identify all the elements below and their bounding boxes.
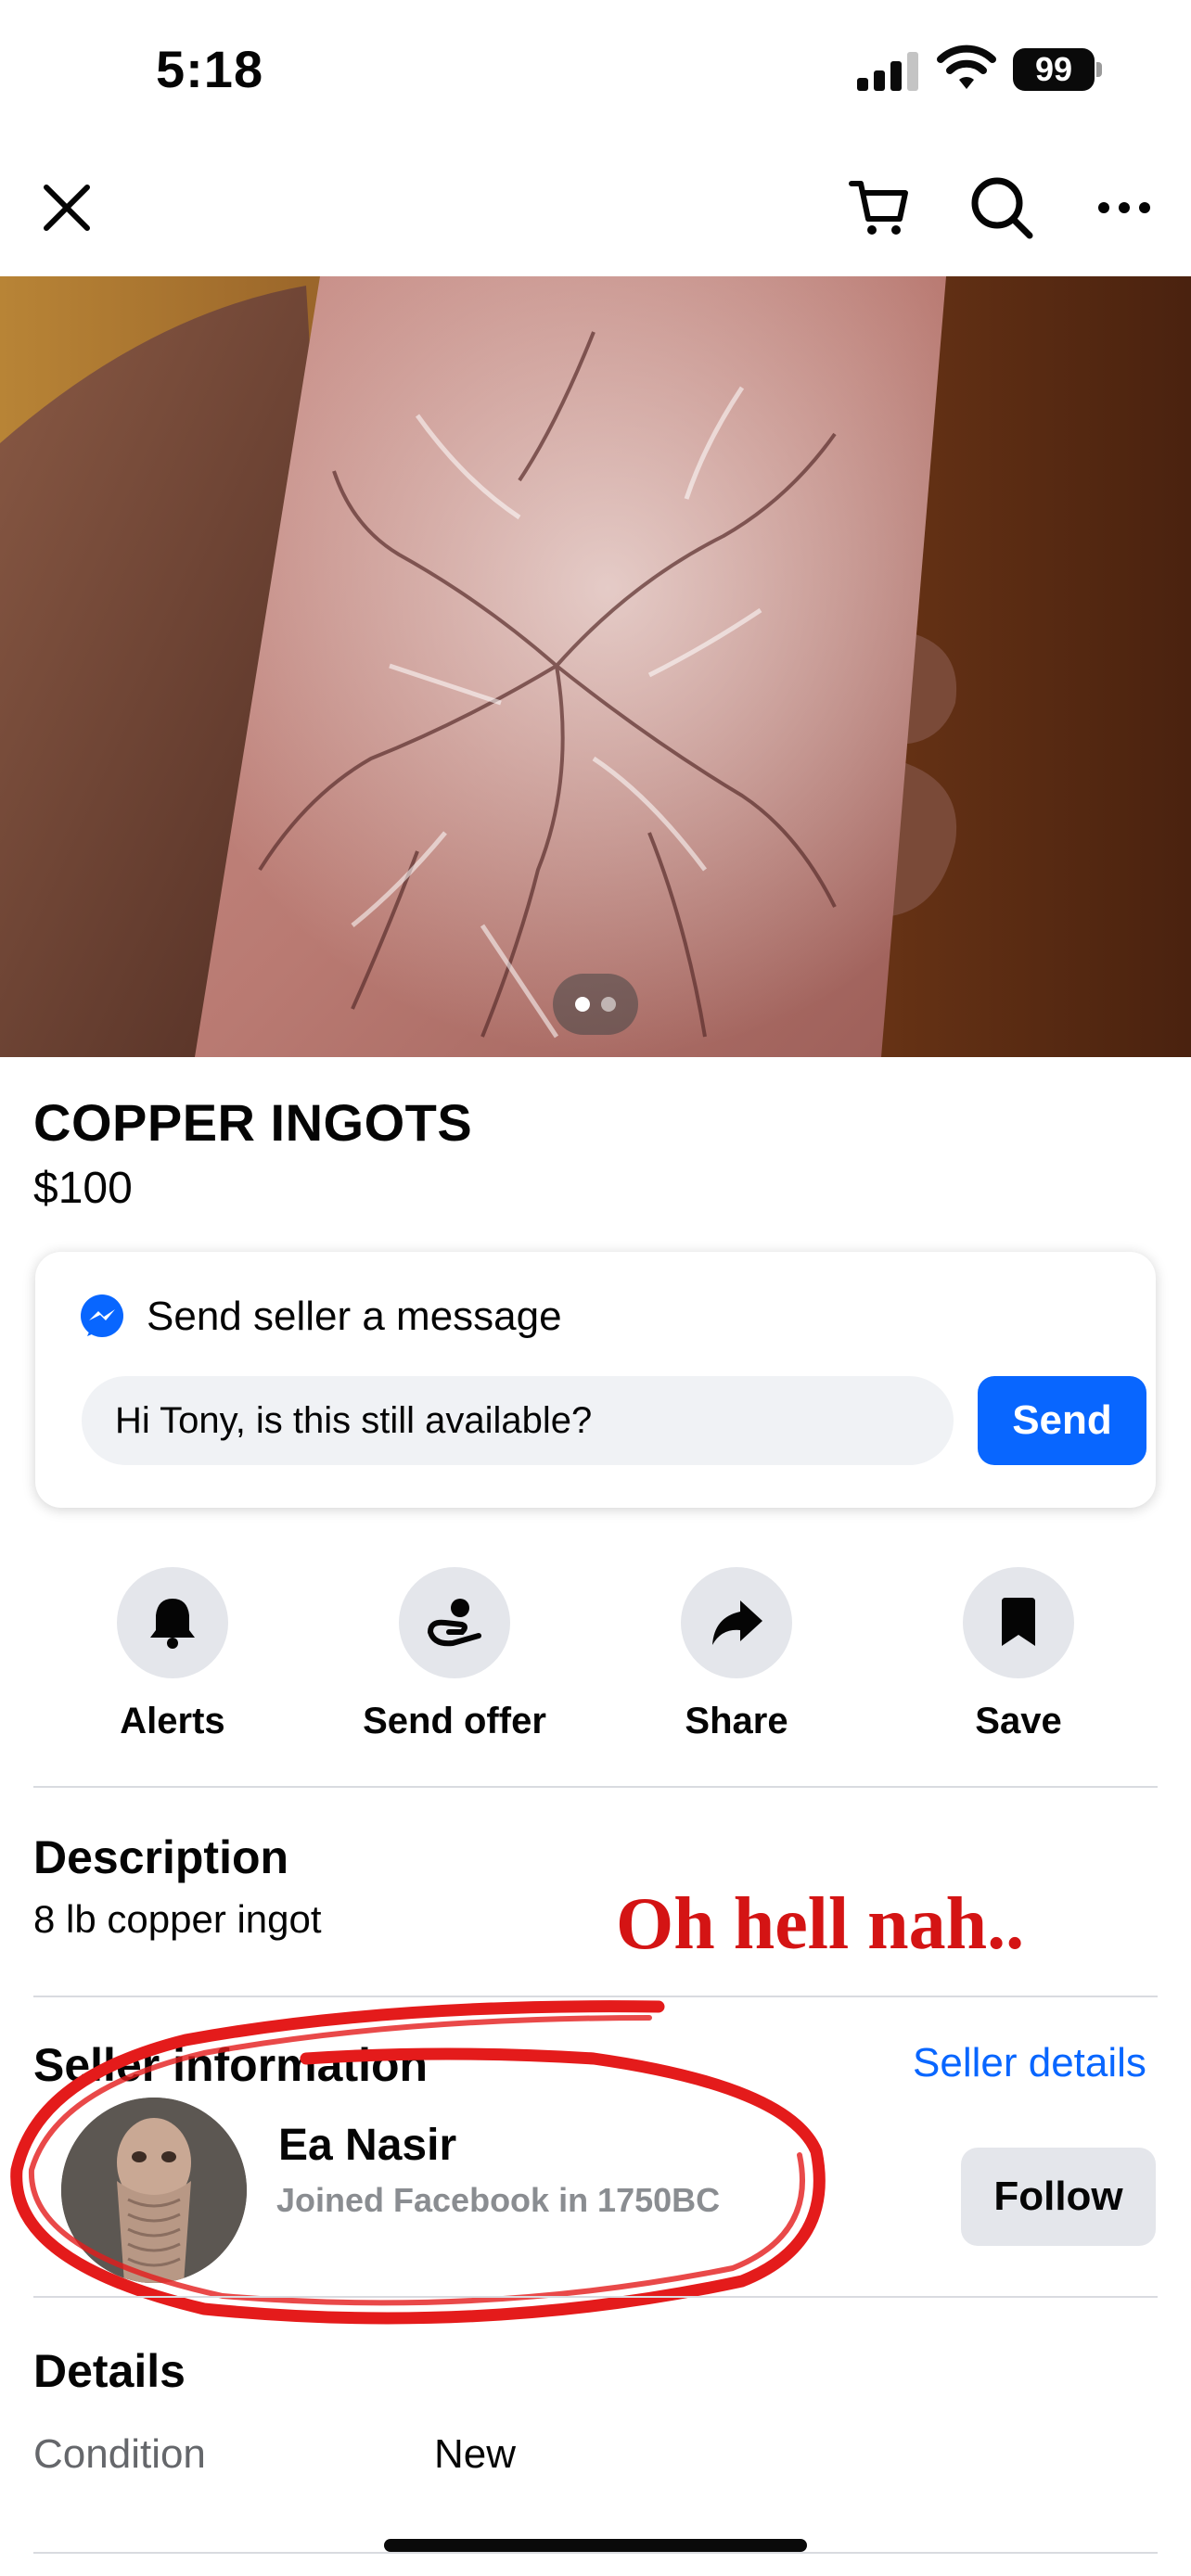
top-nav: [0, 139, 1191, 276]
save-label: Save: [975, 1701, 1062, 1741]
divider: [33, 1996, 1158, 1997]
search-button[interactable]: [965, 171, 1039, 245]
battery-level: 99: [1013, 48, 1095, 91]
photo-pagination: [553, 974, 638, 1035]
share-arrow-icon: [712, 1600, 762, 1645]
seller-joined-date: Joined Facebook in 1750BC: [276, 2181, 721, 2219]
divider: [33, 2296, 1158, 2298]
listing-price: $100: [33, 1164, 133, 1213]
listing-photo[interactable]: [0, 276, 1191, 1057]
listing-title: COPPER INGOTS: [33, 1093, 473, 1152]
message-heading: Send seller a message: [147, 1294, 562, 1339]
bell-icon: [150, 1599, 195, 1649]
close-icon: [44, 185, 90, 231]
details-heading: Details: [33, 2345, 186, 2397]
share-label: Share: [685, 1701, 788, 1741]
save-button[interactable]: Save: [898, 1567, 1139, 1742]
send-offer-button[interactable]: Send offer: [334, 1567, 575, 1742]
more-options-button[interactable]: [1087, 171, 1161, 245]
home-indicator[interactable]: [384, 2539, 807, 2552]
cellular-signal-icon: [857, 52, 918, 91]
send-message-card: Send seller a message Send: [35, 1252, 1156, 1508]
pagination-dot: [601, 997, 616, 1012]
pagination-dot-active: [575, 997, 590, 1012]
divider: [33, 1786, 1158, 1788]
messenger-icon: [81, 1294, 123, 1337]
divider: [33, 2552, 1158, 2554]
offer-hand-icon: [428, 1599, 481, 1647]
handwritten-annotation: Oh hell nah..: [616, 1883, 1025, 1965]
seller-avatar[interactable]: [61, 2098, 247, 2283]
search-icon: [971, 177, 1033, 239]
cart-icon: [849, 181, 908, 235]
send-offer-label: Send offer: [363, 1701, 546, 1741]
cart-button[interactable]: [842, 171, 916, 245]
message-heading-row: Send seller a message: [78, 1293, 562, 1341]
alerts-button[interactable]: Alerts: [52, 1567, 293, 1742]
alerts-label: Alerts: [120, 1701, 225, 1741]
description-text: 8 lb copper ingot: [33, 1897, 322, 1941]
follow-button[interactable]: Follow: [961, 2148, 1156, 2246]
status-time: 5:18: [156, 40, 264, 98]
share-button[interactable]: Share: [616, 1567, 857, 1742]
message-input[interactable]: [82, 1376, 954, 1465]
seller-info-heading: Seller information: [33, 2039, 429, 2091]
statue-avatar-image: [61, 2098, 247, 2283]
battery-icon: 99: [1013, 48, 1102, 91]
condition-label: Condition: [33, 2431, 206, 2477]
seller-details-link[interactable]: Seller details: [913, 2040, 1146, 2086]
bookmark-icon: [1002, 1598, 1035, 1646]
action-row: Alerts Send offer Share Save: [0, 1567, 1191, 1753]
seller-name[interactable]: Ea Nasir: [278, 2120, 456, 2171]
close-button[interactable]: [30, 171, 104, 245]
more-icon: [1098, 202, 1150, 213]
status-bar: 5:18 99: [0, 0, 1191, 139]
copper-ingot-image: [0, 276, 1191, 1057]
condition-value: New: [434, 2431, 517, 2477]
wifi-icon: [937, 45, 996, 89]
description-heading: Description: [33, 1831, 289, 1883]
send-button[interactable]: Send: [978, 1376, 1146, 1465]
